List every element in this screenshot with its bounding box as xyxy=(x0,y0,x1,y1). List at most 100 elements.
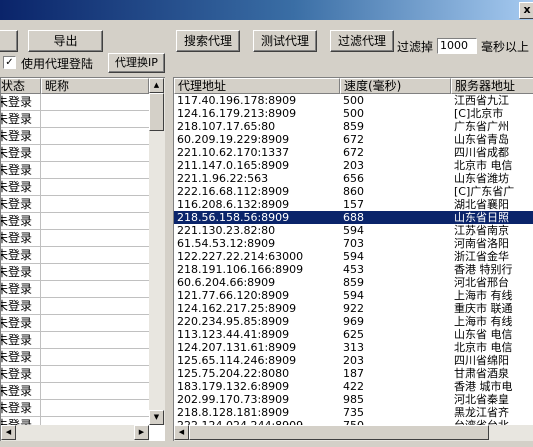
scroll-left-icon[interactable]: ◀ xyxy=(1,425,16,440)
list-item[interactable]: 未登录 xyxy=(1,332,149,349)
account-status: 未登录 xyxy=(1,111,41,128)
list-item[interactable]: 未登录 xyxy=(1,315,149,332)
list-item[interactable]: 未登录 xyxy=(1,281,149,298)
table-row[interactable]: 117.40.196.178:8909 500 江西省九江 xyxy=(174,94,533,107)
list-item[interactable]: 未登录 xyxy=(1,196,149,213)
account-status: 未登录 xyxy=(1,383,41,400)
table-row[interactable]: 183.179.132.6:8909 422 香港 城市电 xyxy=(174,380,533,393)
list-item[interactable]: 未登录 xyxy=(1,145,149,162)
partial-left-button[interactable] xyxy=(0,30,18,52)
proxy-speed: 656 xyxy=(343,172,364,185)
table-row[interactable]: 122.227.22.214:63000 594 浙江省金华 xyxy=(174,250,533,263)
proxy-address: 61.54.53.12:8909 xyxy=(177,237,276,250)
list-item[interactable]: 未登录 xyxy=(1,400,149,417)
scroll-thumb[interactable] xyxy=(149,93,164,131)
list-item[interactable]: 未登录 xyxy=(1,383,149,400)
proxy-speed: 187 xyxy=(343,367,364,380)
table-row[interactable]: 121.77.66.120:8909 594 上海市 有线 xyxy=(174,289,533,302)
column-header-address[interactable]: 代理地址 xyxy=(174,78,340,94)
table-row[interactable]: 220.234.95.85:8909 969 上海市 有线 xyxy=(174,315,533,328)
proxy-speed: 625 xyxy=(343,328,364,341)
table-row[interactable]: 211.147.0.165:8909 203 北京市 电信 xyxy=(174,159,533,172)
switch-ip-button[interactable]: 代理换IP xyxy=(108,53,165,73)
search-proxy-button[interactable]: 搜索代理 xyxy=(176,30,240,52)
proxy-address: 117.40.196.178:8909 xyxy=(177,94,297,107)
proxy-server: 山东省日照 xyxy=(454,211,509,224)
account-nickname xyxy=(41,94,149,111)
table-row[interactable]: 125.75.204.22:8080 187 甘肃省酒泉 xyxy=(174,367,533,380)
proxy-speed: 860 xyxy=(343,185,364,198)
table-row[interactable]: 218.107.17.65:80 859 广东省广州 xyxy=(174,120,533,133)
use-proxy-checkbox[interactable]: ✓ xyxy=(3,56,16,69)
scroll-right-icon[interactable]: ▶ xyxy=(134,425,149,440)
table-row[interactable]: 61.54.53.12:8909 703 河南省洛阳 xyxy=(174,237,533,250)
table-row[interactable]: 60.209.19.229:8909 672 山东省青岛 xyxy=(174,133,533,146)
proxy-address: 211.147.0.165:8909 xyxy=(177,159,290,172)
list-item[interactable]: 未登录 xyxy=(1,111,149,128)
table-row[interactable]: 124.207.131.61:8909 313 北京市 电信 xyxy=(174,341,533,354)
account-nickname xyxy=(41,298,149,315)
table-row[interactable]: 124.162.217.25:8909 922 重庆市 联通 xyxy=(174,302,533,315)
proxy-speed: 735 xyxy=(343,406,364,419)
proxy-list-hscroll[interactable]: ◀ xyxy=(174,425,533,441)
scroll-up-icon[interactable]: ▲ xyxy=(149,78,164,93)
proxy-address: 220.234.95.85:8909 xyxy=(177,315,290,328)
account-nickname xyxy=(41,400,149,417)
list-item[interactable]: 未登录 xyxy=(1,366,149,383)
close-icon[interactable]: x xyxy=(519,2,533,19)
proxy-server: 河北省邢台 xyxy=(454,276,509,289)
proxy-address: 121.77.66.120:8909 xyxy=(177,289,290,302)
proxy-server: 江苏省南京 xyxy=(454,224,509,237)
table-row[interactable]: 222.16.68.112:8909 860 [C]广东省广 xyxy=(174,185,533,198)
test-proxy-button[interactable]: 测试代理 xyxy=(253,30,317,52)
list-item[interactable]: 未登录 xyxy=(1,264,149,281)
column-header-server[interactable]: 服务器地址 xyxy=(451,78,533,94)
proxy-speed: 203 xyxy=(343,354,364,367)
list-item[interactable]: 未登录 xyxy=(1,162,149,179)
table-row[interactable]: 116.208.6.132:8909 157 湖北省襄阳 xyxy=(174,198,533,211)
list-item[interactable]: 未登录 xyxy=(1,213,149,230)
proxy-server: 北京市 电信 xyxy=(454,159,513,172)
table-row[interactable]: 202.99.170.73:8909 985 河北省秦皇 xyxy=(174,393,533,406)
scroll-down-icon[interactable]: ▼ xyxy=(149,410,164,425)
export-button[interactable]: 导出 xyxy=(28,30,103,52)
list-item[interactable]: 未登录 xyxy=(1,179,149,196)
account-nickname xyxy=(41,111,149,128)
filter-proxy-button[interactable]: 过滤代理 xyxy=(330,30,394,52)
table-row[interactable]: 221.10.62.170:1337 672 四川省成都 xyxy=(174,146,533,159)
list-item[interactable]: 未登录 xyxy=(1,298,149,315)
proxy-address: 116.208.6.132:8909 xyxy=(177,198,290,211)
table-row[interactable]: 125.65.114.246:8909 203 四川省绵阳 xyxy=(174,354,533,367)
table-row[interactable]: 218.56.158.56:8909 688 山东省日照 xyxy=(174,211,533,224)
account-nickname xyxy=(41,145,149,162)
table-row[interactable]: 221.130.23.82:80 594 江苏省南京 xyxy=(174,224,533,237)
table-row[interactable]: 60.6.204.66:8909 859 河北省邢台 xyxy=(174,276,533,289)
proxy-list[interactable]: 代理地址 速度(毫秒) 服务器地址 117.40.196.178:8909 500… xyxy=(173,77,533,441)
proxy-server: 北京市 电信 xyxy=(454,341,513,354)
table-row[interactable]: 113.123.44.41:8909 625 山东省 电信 xyxy=(174,328,533,341)
list-item[interactable]: 未登录 xyxy=(1,128,149,145)
account-list[interactable]: 状态 昵称 未登录未登录未登录未登录未登录未登录未登录未登录未登录未登录未登录未… xyxy=(0,77,165,441)
table-row[interactable]: 221.1.96.22:563 656 山东省潍坊 xyxy=(174,172,533,185)
proxy-address: 221.130.23.82:80 xyxy=(177,224,276,237)
account-status: 未登录 xyxy=(1,145,41,162)
table-row[interactable]: 124.16.179.213:8909 500 [C]北京市 xyxy=(174,107,533,120)
list-item[interactable]: 未登录 xyxy=(1,230,149,247)
list-item[interactable]: 未登录 xyxy=(1,349,149,366)
proxy-speed: 859 xyxy=(343,276,364,289)
table-row[interactable]: 218.191.106.166:8909 453 香港 特别行 xyxy=(174,263,533,276)
proxy-server: 甘肃省酒泉 xyxy=(454,367,509,380)
column-header-speed[interactable]: 速度(毫秒) xyxy=(340,78,451,94)
column-header-nickname[interactable]: 昵称 xyxy=(41,78,149,94)
column-header-status[interactable]: 状态 xyxy=(1,78,41,94)
account-list-vscroll[interactable]: ▲ ▼ xyxy=(149,78,165,425)
proxy-server: 黑龙江省齐 xyxy=(454,406,509,419)
account-list-hscroll[interactable]: ◀ ▶ xyxy=(1,425,149,441)
list-item[interactable]: 未登录 xyxy=(1,247,149,264)
list-item[interactable]: 未登录 xyxy=(1,94,149,111)
filter-ms-input[interactable]: 1000 xyxy=(437,38,477,54)
proxy-speed: 500 xyxy=(343,107,364,120)
scroll-left-icon[interactable]: ◀ xyxy=(174,425,189,440)
scroll-thumb[interactable] xyxy=(189,425,489,440)
table-row[interactable]: 218.8.128.181:8909 735 黑龙江省齐 xyxy=(174,406,533,419)
